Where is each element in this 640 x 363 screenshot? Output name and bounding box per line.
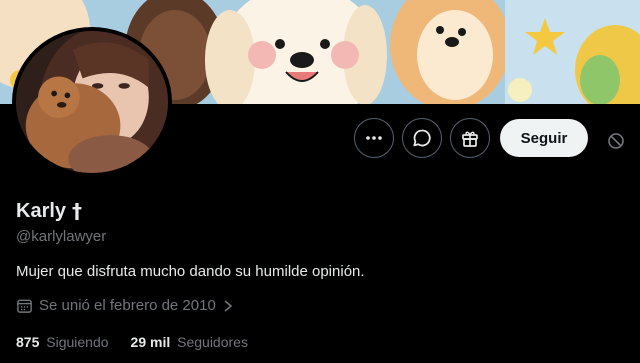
following-link[interactable]: 875 Siguiendo xyxy=(16,334,109,350)
message-icon xyxy=(413,129,431,147)
joined-date[interactable]: Se unió el febrero de 2010 xyxy=(16,297,234,314)
profile-bio: Mujer que disfruta mucho dando su humild… xyxy=(16,263,365,280)
cross-glyph: † xyxy=(72,199,83,223)
avatar[interactable] xyxy=(12,27,172,177)
more-icon xyxy=(366,136,382,140)
profile-name: Karly xyxy=(16,199,67,222)
following-label: Siguiendo xyxy=(46,334,109,350)
followers-count: 29 mil xyxy=(130,334,171,350)
block-icon xyxy=(608,133,624,149)
calendar-icon xyxy=(17,299,32,313)
profile-name-row: Karly † xyxy=(16,199,82,223)
chevron-right-icon xyxy=(224,299,233,312)
followers-label: Seguidores xyxy=(177,334,248,350)
following-count: 875 xyxy=(16,334,40,350)
block-button[interactable] xyxy=(607,132,625,155)
gift-icon xyxy=(462,131,478,147)
follow-button[interactable]: Seguir xyxy=(500,119,588,157)
gift-button[interactable] xyxy=(450,118,490,158)
more-button[interactable] xyxy=(354,118,394,158)
avatar-photo xyxy=(16,31,168,173)
message-button[interactable] xyxy=(402,118,442,158)
joined-text: Se unió el febrero de 2010 xyxy=(39,297,216,314)
profile-handle: @karlylawyer xyxy=(16,228,107,245)
followers-link[interactable]: 29 mil Seguidores xyxy=(131,334,248,350)
profile-actions: Seguir xyxy=(354,118,588,158)
profile-stats: 875 Siguiendo 29 mil Seguidores xyxy=(16,334,248,350)
